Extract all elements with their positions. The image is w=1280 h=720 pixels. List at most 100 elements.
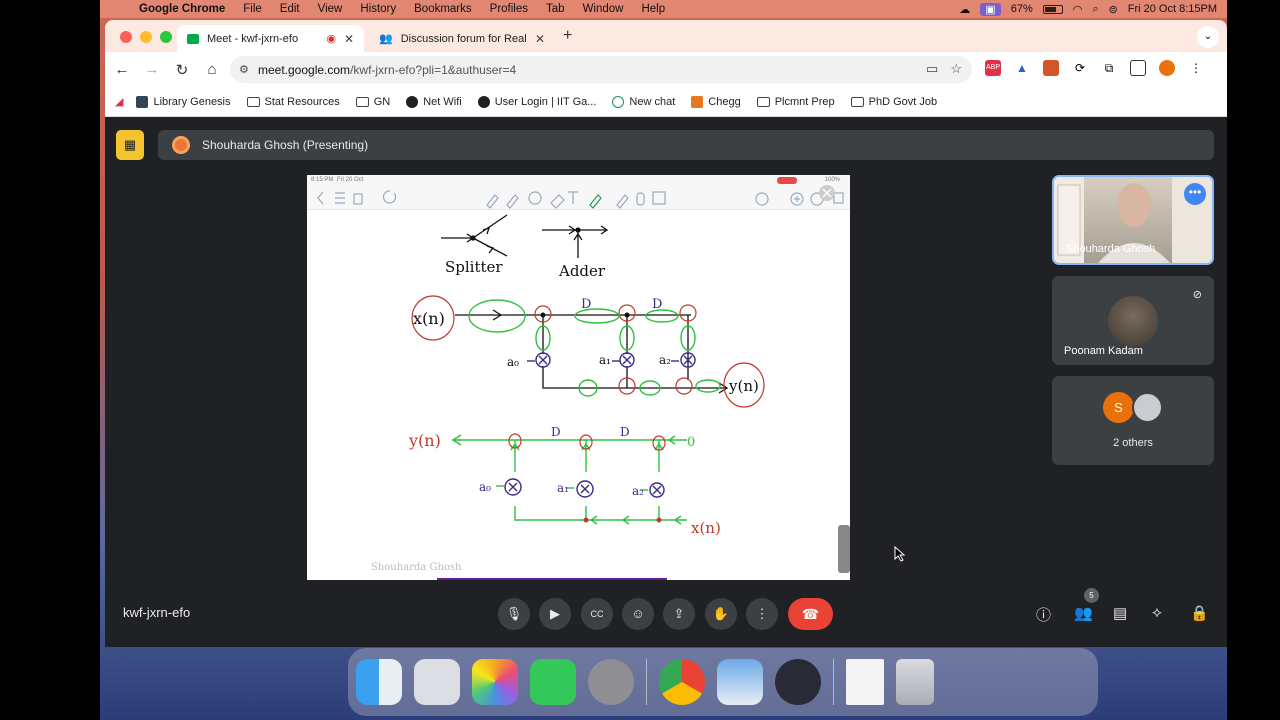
url-domain: meet.google.com: [258, 62, 351, 77]
participant-name: Shouharda Ghosh: [1066, 243, 1156, 255]
camera-icon[interactable]: ▶: [539, 598, 571, 630]
facetime-icon[interactable]: [530, 659, 576, 705]
profile-avatar[interactable]: [1159, 60, 1175, 76]
menu-window[interactable]: Window: [574, 3, 633, 15]
avatar: S: [1103, 392, 1134, 423]
zoom-window-button[interactable]: [160, 31, 172, 43]
emoji-icon[interactable]: ☺: [622, 598, 654, 630]
menu-view[interactable]: View: [309, 3, 352, 15]
stop-presenting-icon[interactable]: ▦: [116, 130, 144, 160]
meet-window: ▦ Shouharda Ghosh (Presenting) 8:15 PM F…: [105, 117, 1227, 647]
present-screen-icon[interactable]: ⇪: [663, 598, 695, 630]
preview-icon[interactable]: [717, 659, 763, 705]
clock[interactable]: Fri 20 Oct 8:15PM: [1128, 3, 1217, 15]
extension-sync-icon[interactable]: ⟳: [1072, 60, 1088, 76]
site-info-icon[interactable]: ⚙: [239, 63, 249, 76]
wifi-icon[interactable]: ◠: [1073, 3, 1083, 16]
minimize-window-button[interactable]: [140, 31, 152, 43]
mouse-cursor-icon: [894, 546, 906, 562]
obs-icon[interactable]: [775, 659, 821, 705]
microphone-icon[interactable]: 🎙: [498, 598, 530, 630]
spotlight-icon[interactable]: ⌕: [1092, 3, 1098, 16]
chrome-menu-icon[interactable]: ⋮: [1188, 60, 1204, 76]
meeting-info-icon[interactable]: ⓘ: [1036, 604, 1051, 625]
presenter-avatar: [172, 136, 190, 154]
back-button[interactable]: ←: [107, 61, 137, 78]
bookmark-library-genesis[interactable]: Library Genesis: [133, 95, 233, 108]
presenter-label: Shouharda Ghosh (Presenting): [202, 138, 369, 152]
menu-file[interactable]: File: [234, 3, 271, 15]
finder-icon[interactable]: [356, 659, 402, 705]
participant-tile-others[interactable]: S 2 others: [1052, 376, 1214, 465]
new-tab-button[interactable]: +: [563, 27, 572, 45]
address-bar[interactable]: ⚙ meet.google.com /kwf-jxrn-efo?pli=1&au…: [230, 56, 972, 83]
label-a0-top: a₀: [507, 355, 519, 369]
home-button[interactable]: ⌂: [197, 61, 227, 78]
menu-tab[interactable]: Tab: [537, 3, 574, 15]
dock: [348, 648, 1098, 716]
bookmark-net-wifi[interactable]: Net Wifi: [403, 95, 465, 108]
participant-tile-poonam[interactable]: ⊘ Poonam Kadam: [1052, 276, 1214, 365]
chrome-icon[interactable]: [659, 659, 705, 705]
close-tab-icon[interactable]: ✕: [344, 32, 354, 46]
host-controls-icon[interactable]: 🔒: [1190, 604, 1209, 622]
captions-icon[interactable]: CC: [581, 598, 613, 630]
bookmark-gn[interactable]: GN: [353, 96, 394, 108]
reload-button[interactable]: ↻: [167, 61, 197, 79]
camera-in-use-icon[interactable]: ▭: [926, 61, 938, 77]
bookmark-plcmnt-prep[interactable]: Plcmnt Prep: [754, 96, 838, 108]
tab-search-button[interactable]: ⌄: [1197, 26, 1219, 48]
photos-icon[interactable]: [472, 659, 518, 705]
more-options-icon[interactable]: ⋮: [746, 598, 778, 630]
chat-icon[interactable]: ▤: [1113, 604, 1127, 622]
bookmark-star-icon[interactable]: ☆: [950, 61, 962, 77]
extension-cap-icon[interactable]: ▲: [1014, 60, 1030, 76]
more-options-icon[interactable]: •••: [1184, 183, 1206, 205]
sidebar-handle[interactable]: [838, 525, 850, 573]
tab-forum-label: Discussion forum for Real-Ti: [400, 32, 527, 45]
menu-help[interactable]: Help: [632, 3, 674, 15]
bookmark-stat-resources[interactable]: Stat Resources: [244, 96, 343, 108]
bookmark-label: GN: [373, 95, 391, 108]
leave-call-button[interactable]: ☎: [788, 598, 833, 630]
extensions-puzzle-icon[interactable]: ⧉: [1101, 60, 1117, 76]
control-center-icon[interactable]: ⊜: [1109, 3, 1118, 16]
bookmark-label: Plcmnt Prep: [774, 95, 835, 108]
people-icon[interactable]: 👥: [1074, 604, 1093, 622]
dock-separator: [833, 659, 834, 705]
bookmark-label: Chegg: [708, 95, 741, 108]
close-tab-icon[interactable]: ✕: [535, 32, 545, 46]
activities-icon[interactable]: ⟡: [1152, 604, 1162, 621]
bookmark-new-chat[interactable]: New chat: [609, 95, 678, 108]
creative-cloud-icon[interactable]: ☁: [959, 3, 970, 16]
menu-app-name[interactable]: Google Chrome: [130, 3, 234, 15]
bookmark-user-login[interactable]: User Login | IIT Ga...: [475, 95, 600, 108]
shared-screen: 8:15 PM Fri 20 Oct 100% Splitter Adder x…: [307, 175, 850, 580]
raise-hand-icon[interactable]: ✋: [705, 598, 737, 630]
bookmark-label: New chat: [629, 95, 676, 108]
bookmark-chegg[interactable]: Chegg: [688, 95, 743, 108]
menu-bookmarks[interactable]: Bookmarks: [405, 3, 481, 15]
tab-meet[interactable]: Meet - kwf-jxrn-efo ◉ ✕: [177, 25, 364, 52]
chrome-window: Meet - kwf-jxrn-efo ◉ ✕ 👥 Discussion for…: [105, 20, 1227, 117]
menu-profiles[interactable]: Profiles: [481, 3, 537, 15]
document-icon[interactable]: [846, 659, 884, 705]
bookmark-phd-govt-job[interactable]: PhD Govt Job: [848, 96, 940, 108]
menu-edit[interactable]: Edit: [271, 3, 309, 15]
menu-history[interactable]: History: [351, 3, 405, 15]
system-settings-icon[interactable]: [588, 659, 634, 705]
apps-icon[interactable]: ◢: [115, 95, 123, 108]
close-window-button[interactable]: [120, 31, 132, 43]
label-a2-bottom: a₂: [632, 484, 644, 498]
participant-tile-shouharda[interactable]: ••• Shouharda Ghosh: [1052, 175, 1214, 265]
adblock-extension-icon[interactable]: ABP: [985, 60, 1001, 76]
forward-button[interactable]: →: [137, 61, 167, 78]
tab-forum[interactable]: 👥 Discussion forum for Real-Ti ✕: [369, 25, 555, 52]
label-delay-3: D: [551, 425, 561, 439]
side-panel-icon[interactable]: [1130, 60, 1146, 76]
extension-orange-icon[interactable]: [1043, 60, 1059, 76]
battery-icon[interactable]: [1042, 4, 1063, 14]
screen-share-icon[interactable]: ▣: [980, 2, 1001, 16]
launchpad-icon[interactable]: [414, 659, 460, 705]
trash-icon[interactable]: [896, 659, 934, 705]
